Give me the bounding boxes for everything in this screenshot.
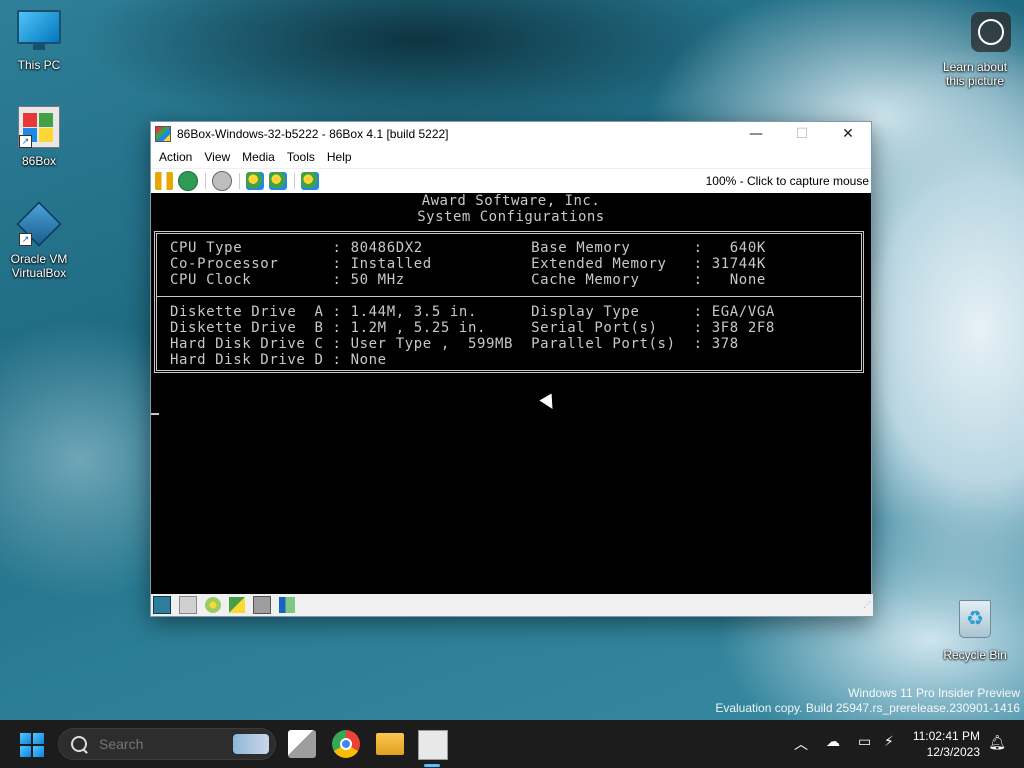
active-app-indicator <box>424 764 440 767</box>
toolbar-separator <box>205 173 206 189</box>
chrome-icon[interactable] <box>332 730 360 758</box>
pause-icon[interactable] <box>155 172 173 190</box>
86box-window: 86Box-Windows-32-b5222 - 86Box 4.1 [buil… <box>150 121 873 617</box>
desktop-icon-virtualbox[interactable]: ↗ Oracle VM VirtualBox <box>1 201 77 280</box>
recycle-bin-icon: ♻ <box>953 600 997 644</box>
toolbar: 100% - Click to capture mouse <box>151 168 871 193</box>
window-title: 86Box-Windows-32-b5222 - 86Box 4.1 [buil… <box>177 127 449 141</box>
windows-logo-icon <box>20 733 31 744</box>
power-icon[interactable] <box>212 171 232 191</box>
mouse-pointer-icon <box>539 393 559 413</box>
desktop-icon-label: Recycle Bin <box>943 648 1007 662</box>
network-icon[interactable] <box>253 596 271 614</box>
clock[interactable]: 11:02:41 PM 12/3/2023 <box>913 728 980 760</box>
maximize-button[interactable]: ☐ <box>779 122 825 146</box>
bios-header: Award Software, Inc. System Configuratio… <box>151 193 871 225</box>
watermark-line: Windows 11 Pro Insider Preview <box>848 686 1020 700</box>
capture-status-text[interactable]: 100% - Click to capture mouse <box>706 174 871 188</box>
sound-icon[interactable] <box>279 597 295 613</box>
menu-media[interactable]: Media <box>236 146 281 168</box>
bios-row: Co-Processor : Installed Extended Memory… <box>170 256 766 272</box>
emulator-screen[interactable]: Award Software, Inc. System Configuratio… <box>151 193 871 594</box>
shortcut-arrow-icon: ↗ <box>19 135 32 148</box>
task-view-icon[interactable] <box>288 730 316 758</box>
reset-icon[interactable] <box>178 171 198 191</box>
camera-info-icon <box>953 12 1011 56</box>
display-icon[interactable]: ▭ <box>858 734 871 754</box>
search-icon <box>71 736 87 752</box>
floppy-b-icon[interactable] <box>179 596 197 614</box>
86box-taskbar-icon[interactable] <box>418 730 448 760</box>
bios-row: Hard Disk Drive D : None <box>170 352 387 368</box>
86box-app-icon <box>155 126 171 142</box>
desktop-icon-label: This PC <box>17 58 61 72</box>
taskbar: ︿ ☁ ▭ ⚡ 11:02:41 PM 12/3/2023 🔔︎ <box>0 720 1024 768</box>
bios-vendor: Award Software, Inc. <box>421 193 601 209</box>
bios-title: System Configurations <box>417 209 605 225</box>
resize-grip-icon[interactable]: ⋰ <box>863 600 873 610</box>
search-highlight-image <box>233 734 269 754</box>
menu-bar: Action View Media Tools Help <box>151 146 871 168</box>
bios-row: Diskette Drive A : 1.44M, 3.5 in. Displa… <box>170 304 775 320</box>
status-bar: ⋰ <box>151 594 873 616</box>
computer-icon <box>17 10 61 54</box>
virtualbox-icon: ↗ <box>16 201 62 248</box>
floppy-a-icon[interactable] <box>153 596 171 614</box>
bios-row: Hard Disk Drive C : User Type , 599MB Pa… <box>170 336 739 352</box>
desktop-icon-recycle-bin[interactable]: ♻ Recycle Bin <box>937 600 1013 662</box>
watermark-line: Evaluation copy. Build 25947.rs_prerelea… <box>715 701 1020 715</box>
desktop-icon-learn-about-picture[interactable]: Learn about this picture <box>937 12 1013 88</box>
hard-disk-icon[interactable] <box>229 597 245 613</box>
menu-view[interactable]: View <box>198 146 236 168</box>
notification-bell-icon[interactable]: 🔔︎ <box>988 735 1006 751</box>
windows-watermark: Windows 11 Pro Insider Preview Evaluatio… <box>715 686 1020 716</box>
settings-icon[interactable] <box>301 172 319 190</box>
bios-row: Diskette Drive B : 1.2M , 5.25 in. Seria… <box>170 320 775 336</box>
bios-row: CPU Type : 80486DX2 Base Memory : 640K <box>170 240 766 256</box>
clock-time: 11:02:41 PM <box>912 729 980 743</box>
desktop-icon-label: Oracle VM VirtualBox <box>10 252 68 280</box>
minimize-button[interactable]: — <box>733 122 779 146</box>
desktop-icon-label: 86Box <box>21 154 57 168</box>
title-bar[interactable]: 86Box-Windows-32-b5222 - 86Box 4.1 [buil… <box>151 122 871 146</box>
menu-help[interactable]: Help <box>321 146 358 168</box>
bios-divider <box>157 296 861 297</box>
menu-tools[interactable]: Tools <box>281 146 321 168</box>
ctrl-alt-del-icon[interactable] <box>246 172 264 190</box>
ctrl-alt-esc-icon[interactable] <box>269 172 287 190</box>
bios-config-table: CPU Type : 80486DX2 Base Memory : 640K C… <box>154 231 864 373</box>
onedrive-offline-icon[interactable]: ☁ <box>826 734 840 754</box>
search-input[interactable] <box>97 735 221 753</box>
desktop-icon-label: Learn about this picture <box>942 60 1008 88</box>
network-volume-icon[interactable]: ⚡ <box>884 734 894 754</box>
shortcut-arrow-icon: ↗ <box>19 233 32 246</box>
start-button[interactable] <box>20 733 44 757</box>
menu-action[interactable]: Action <box>153 146 198 168</box>
86box-icon: ↗ <box>17 106 61 150</box>
close-button[interactable]: ✕ <box>825 122 871 146</box>
text-cursor <box>151 413 159 415</box>
desktop-icon-86box[interactable]: ↗ 86Box <box>1 106 77 168</box>
file-explorer-icon[interactable] <box>376 733 404 755</box>
tray-chevron-icon[interactable]: ︿ <box>794 734 808 754</box>
clock-date: 12/3/2023 <box>926 745 980 759</box>
cdrom-icon[interactable] <box>205 597 221 613</box>
toolbar-separator <box>294 173 295 189</box>
taskbar-search[interactable] <box>58 728 276 760</box>
desktop-icon-this-pc[interactable]: This PC <box>1 10 77 72</box>
toolbar-separator <box>239 173 240 189</box>
bios-row: CPU Clock : 50 MHz Cache Memory : None <box>170 272 766 288</box>
